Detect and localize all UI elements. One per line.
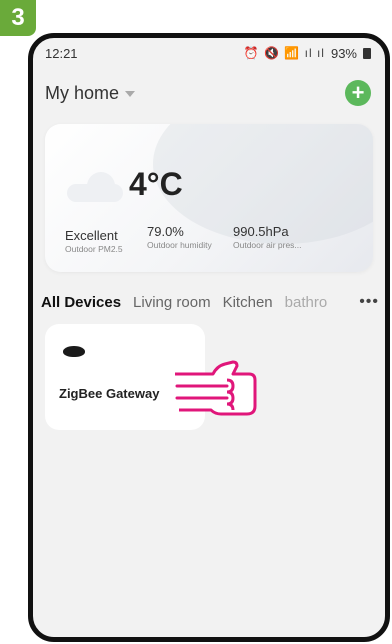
cloud-icon <box>67 172 123 202</box>
metric-air-pressure: 990.5hPa Outdoor air pres... <box>233 224 302 250</box>
tab-kitchen[interactable]: Kitchen <box>223 294 273 311</box>
tab-all-devices[interactable]: All Devices <box>41 294 121 311</box>
tab-living-room[interactable]: Living room <box>133 294 211 311</box>
device-name: ZigBee Gateway <box>59 386 160 401</box>
add-device-button[interactable]: + <box>345 80 371 106</box>
tab-bathroom[interactable]: bathro <box>285 294 329 311</box>
step-badge: 3 <box>0 0 36 36</box>
battery-level: 93% <box>330 45 357 61</box>
status-icons: ⏰ 🔇 📶 ıl ıl <box>243 46 325 60</box>
caret-down-icon <box>125 91 136 97</box>
plus-icon: + <box>351 80 365 105</box>
home-header: My home + <box>45 78 371 108</box>
status-bar: 12:21 ⏰ 🔇 📶 ıl ıl 93% <box>33 38 385 68</box>
battery-icon <box>363 47 371 59</box>
home-title: My home <box>45 82 120 103</box>
phone-frame: 12:21 ⏰ 🔇 📶 ıl ıl 93% My home + 4°C Exce… <box>28 33 390 642</box>
status-time: 12:21 <box>45 45 78 61</box>
metric-humidity: 79.0% Outdoor humidity <box>147 224 212 250</box>
gateway-icon <box>63 346 85 357</box>
more-icon[interactable]: ••• <box>359 293 379 311</box>
pointing-hand-icon <box>175 360 257 416</box>
room-tabs: All Devices Living room Kitchen bathro •… <box>41 288 379 316</box>
home-selector[interactable]: My home <box>45 82 136 104</box>
temperature: 4°C <box>129 166 183 202</box>
weather-card[interactable]: 4°C Excellent Outdoor PM2.5 79.0% Outdoo… <box>45 124 373 272</box>
metric-pm25: Excellent Outdoor PM2.5 <box>65 228 123 254</box>
